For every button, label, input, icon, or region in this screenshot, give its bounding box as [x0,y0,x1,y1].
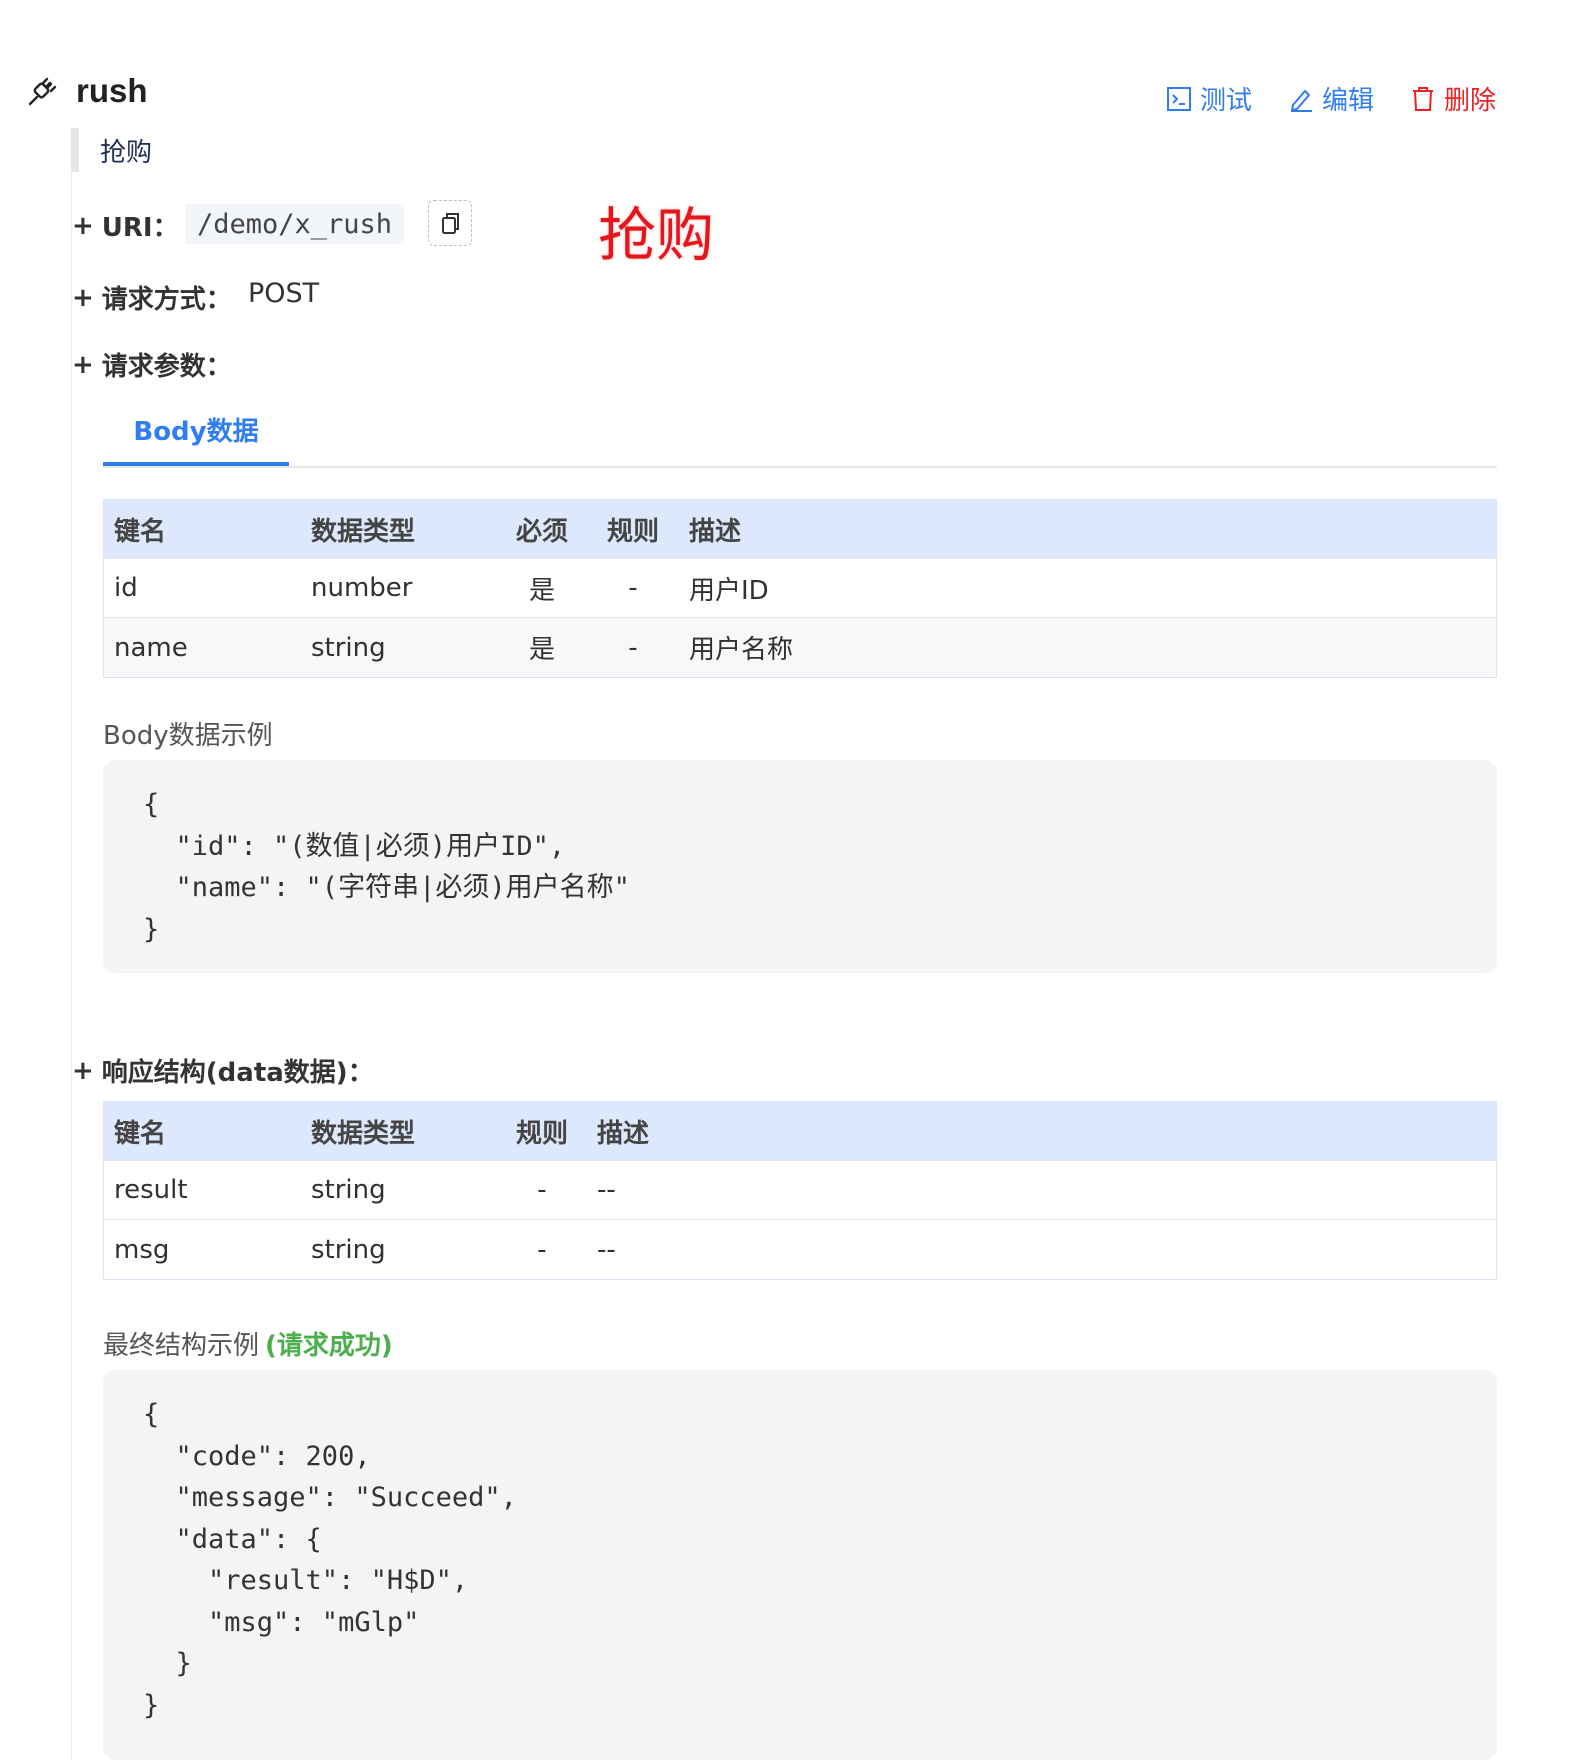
title-stamp: 抢购 [598,201,715,269]
table-row: name string 是 - 用户名称 [104,618,1496,677]
cell-desc: -- [597,1175,616,1205]
column-header: 描述 [597,1118,650,1149]
column-header: 键名 [114,516,167,547]
table-row: id number 是 - 用户ID [104,559,1496,618]
cell-desc: 用户ID [689,575,769,606]
plus-icon: + [72,282,94,313]
cell-name: msg [114,1234,170,1265]
cell-type: string [311,1234,386,1265]
uri-label: URI： [101,213,179,243]
body-example-title: Body数据示例 [103,721,273,751]
cell-name: result [114,1175,188,1205]
copy-icon [442,213,459,234]
uri-value: /demo/x_rush [185,204,405,244]
params-label-row: + 请求参数： [72,346,232,383]
cell-desc: 用户名称 [689,635,794,665]
response-label-row: + 响应结构(data数据)： [72,1052,374,1089]
column-header: 描述 [689,516,742,547]
method-label: 请求方式： [101,285,232,315]
cell-name: name [114,632,188,663]
plus-icon: + [72,1055,94,1086]
success-status: (请求成功) [265,1331,393,1361]
test-label: 测试 [1199,86,1252,116]
edit-button[interactable]: 编辑 [1288,80,1374,117]
cell-type: string [311,632,386,663]
method-label-row: + 请求方式： [72,279,232,316]
body-example-code: { "id": "(数值|必须)用户ID", "name": "(字符串|必须)… [103,760,1497,973]
column-header: 规则 [515,1118,568,1149]
cell-rule: - [537,1175,547,1205]
api-header: rush [26,66,148,116]
response-example-text: { "code": 200, "message": "Succeed", "da… [143,1399,517,1721]
column-header: 数据类型 [311,516,416,547]
table-row: msg string - -- [104,1220,1496,1279]
table-row: result string - -- [104,1161,1496,1220]
delete-label: 删除 [1443,86,1496,116]
response-table: 键名 数据类型 规则 描述 result string - -- msg str… [103,1101,1497,1280]
cell-rule: - [628,573,638,603]
plug-icon [26,74,60,108]
api-name: rush [76,72,148,109]
plus-icon: + [72,210,94,241]
body-example-text: { "id": "(数值|必须)用户ID", "name": "(字符串|必须)… [143,789,630,945]
params-tabs: Body数据 [103,410,1497,468]
trash-icon [1412,86,1433,111]
cell-rule: - [537,1234,547,1265]
test-button[interactable]: 测试 [1166,80,1252,117]
edit-label: 编辑 [1321,86,1374,116]
cell-name: id [114,573,138,603]
response-example-title: 最终结构示例 [103,1331,260,1361]
column-header: 规则 [606,516,659,547]
delete-button[interactable]: 删除 [1410,80,1496,117]
table-header-row: 键名 数据类型 规则 描述 [104,1102,1496,1161]
cell-type: number [311,573,413,603]
pencil-icon [1290,89,1312,112]
cell-required: 是 [528,575,555,606]
column-header: 数据类型 [311,1118,416,1149]
api-description: 抢购 [100,138,153,168]
uri-label-row: + URI： [72,207,179,244]
plus-icon: + [72,349,94,380]
params-label: 请求参数： [101,352,232,382]
terminal-icon [1166,86,1191,111]
cell-required: 是 [528,635,555,665]
table-header-row: 键名 数据类型 必须 规则 描述 [104,500,1496,559]
response-label: 响应结构(data数据)： [101,1058,374,1088]
params-table: 键名 数据类型 必须 规则 描述 id number 是 - 用户ID name… [103,499,1497,678]
cell-type: string [311,1175,386,1205]
column-header: 键名 [114,1118,167,1149]
response-example-code: { "code": 200, "message": "Succeed", "da… [103,1370,1497,1760]
cell-rule: - [628,632,638,663]
tab-body-data[interactable]: Body数据 [103,410,289,466]
cell-desc: -- [597,1234,616,1265]
copy-button[interactable] [428,200,472,246]
api-doc-page: rush 测试 编辑 删除 抢购 + URI： /demo/x_rush 抢购 … [0,0,1572,1760]
method-value: POST [248,278,320,309]
action-bar: 测试 编辑 删除 [1166,80,1496,117]
response-example-title-row: 最终结构示例 (请求成功) [103,1325,393,1362]
column-header: 必须 [515,516,568,547]
description-bar [71,128,79,172]
